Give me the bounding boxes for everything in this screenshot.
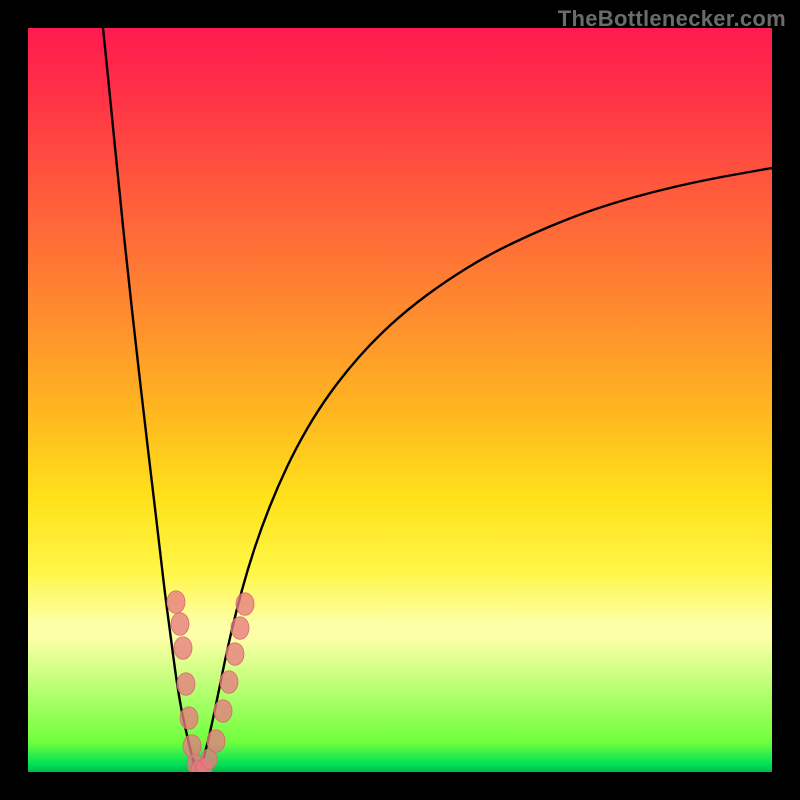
highlight-dot	[207, 730, 225, 753]
highlight-dot	[226, 643, 244, 666]
highlight-dot	[167, 591, 185, 614]
marker-group	[167, 591, 254, 772]
highlight-dot	[177, 673, 195, 696]
curve-right	[197, 168, 773, 771]
highlight-dot	[214, 700, 232, 723]
highlight-dot	[231, 617, 249, 640]
plot-area	[28, 28, 772, 772]
curve-layer	[28, 28, 772, 772]
highlight-dot	[183, 735, 201, 758]
highlight-dot	[180, 707, 198, 730]
highlight-dot	[174, 637, 192, 660]
highlight-dot	[236, 593, 254, 616]
highlight-dot	[220, 671, 238, 694]
highlight-dot	[171, 613, 189, 636]
chart-frame: TheBottlenecker.com	[0, 0, 800, 800]
